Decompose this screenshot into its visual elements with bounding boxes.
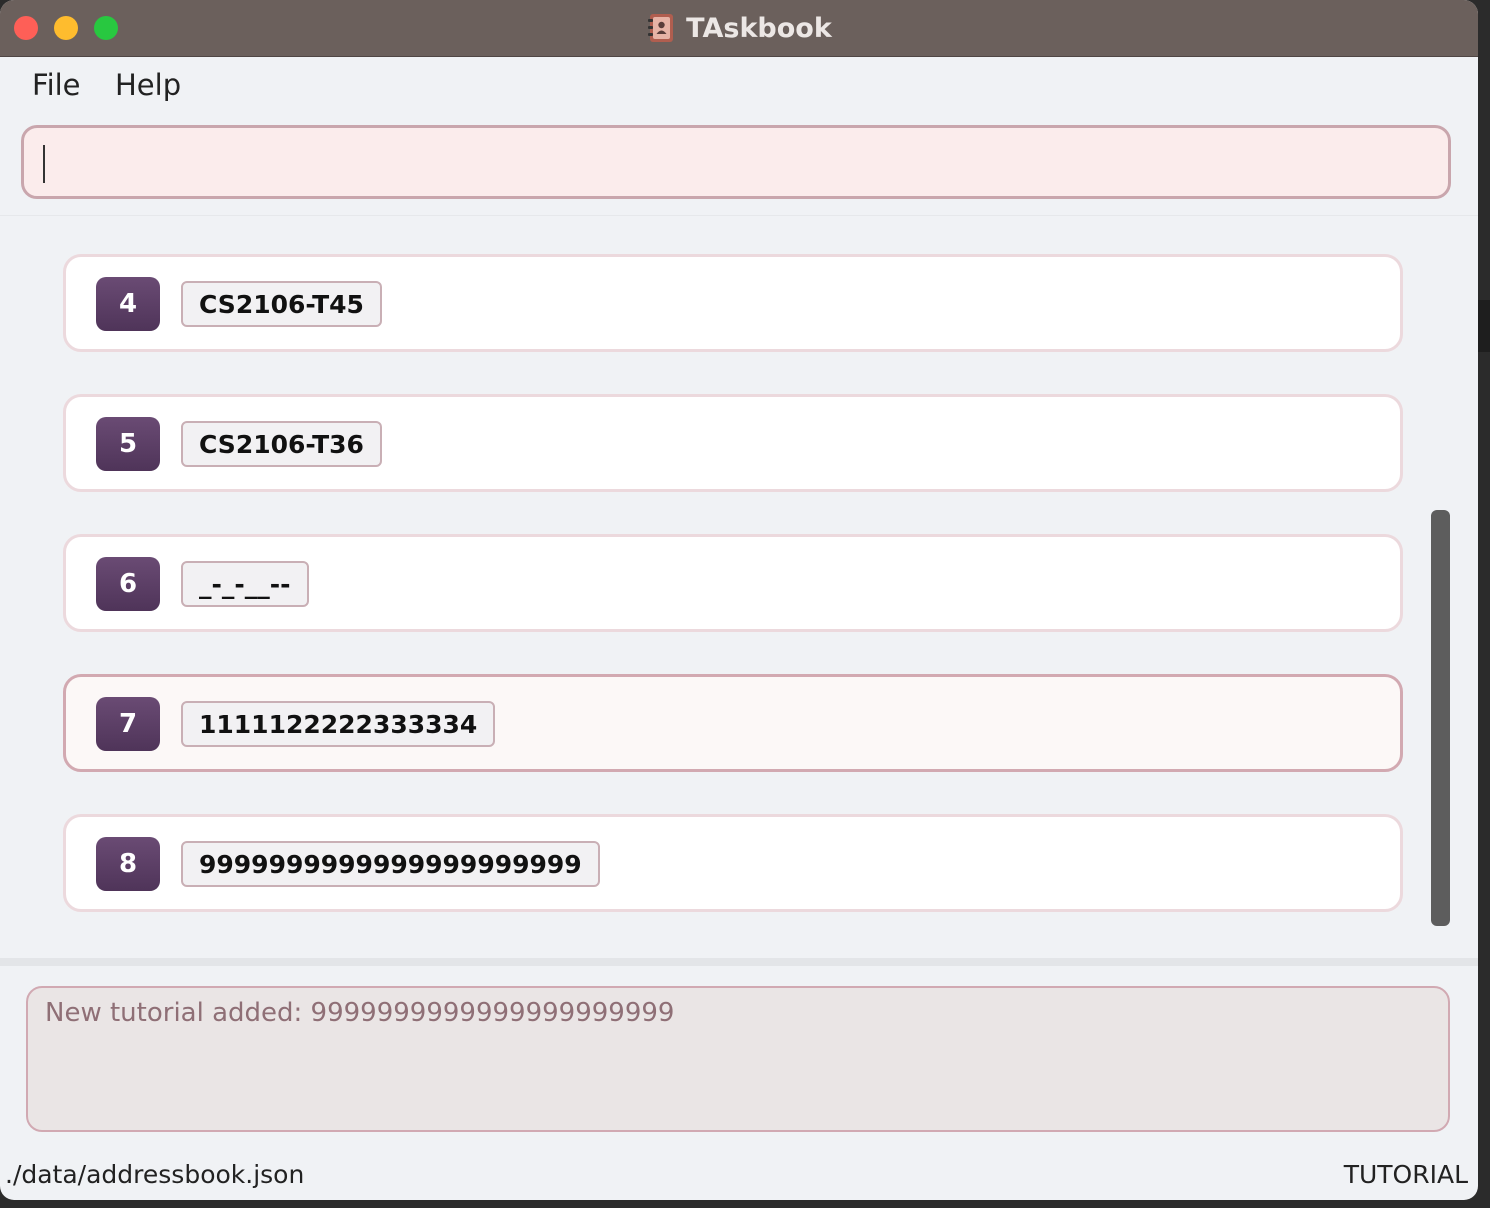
app-window: TAskbook File Help 4 CS2106-T45 5 CS2106… xyxy=(0,0,1478,1200)
list-card[interactable]: 8 9999999999999999999999 xyxy=(63,814,1403,912)
result-display: New tutorial added: 99999999999999999999… xyxy=(26,986,1450,1132)
list-card[interactable]: 5 CS2106-T36 xyxy=(63,394,1403,492)
title-bar[interactable]: TAskbook xyxy=(0,0,1478,57)
index-badge: 6 xyxy=(96,557,160,611)
list-card[interactable]: 4 CS2106-T45 xyxy=(63,254,1403,352)
list-scrollbar[interactable] xyxy=(1431,510,1450,926)
command-input[interactable] xyxy=(24,128,1448,196)
mode-label: TUTORIAL xyxy=(1343,1160,1468,1189)
command-box[interactable] xyxy=(21,125,1451,199)
window-title: TAskbook xyxy=(686,12,832,44)
list-card-selected[interactable]: 7 1111122222333334 xyxy=(63,674,1403,772)
status-bar: ./data/addressbook.json TUTORIAL xyxy=(0,1150,1478,1200)
index-badge: 8 xyxy=(96,837,160,891)
index-badge: 5 xyxy=(96,417,160,471)
title-group: TAskbook xyxy=(0,0,1478,56)
tutorial-tag: _-_-__-- xyxy=(181,561,309,607)
tutorial-tag: 9999999999999999999999 xyxy=(181,841,600,887)
menu-help[interactable]: Help xyxy=(115,68,181,102)
background-edge xyxy=(1478,300,1490,352)
text-caret xyxy=(43,145,45,183)
list-card[interactable]: 6 _-_-__-- xyxy=(63,534,1403,632)
tutorial-tag: 1111122222333334 xyxy=(181,701,496,747)
result-text: New tutorial added: 99999999999999999999… xyxy=(45,998,675,1028)
menu-bar: File Help xyxy=(0,57,1478,113)
index-badge: 7 xyxy=(96,697,160,751)
divider xyxy=(0,958,1478,966)
tutorial-list[interactable]: 4 CS2106-T45 5 CS2106-T36 6 _-_-__-- 7 1… xyxy=(0,216,1478,958)
tutorial-tag: CS2106-T45 xyxy=(181,281,382,327)
tutorial-tag: CS2106-T36 xyxy=(181,421,382,467)
menu-file[interactable]: File xyxy=(32,68,81,102)
file-path-label: ./data/addressbook.json xyxy=(5,1160,305,1189)
address-book-icon xyxy=(648,14,674,42)
index-badge: 4 xyxy=(96,277,160,331)
